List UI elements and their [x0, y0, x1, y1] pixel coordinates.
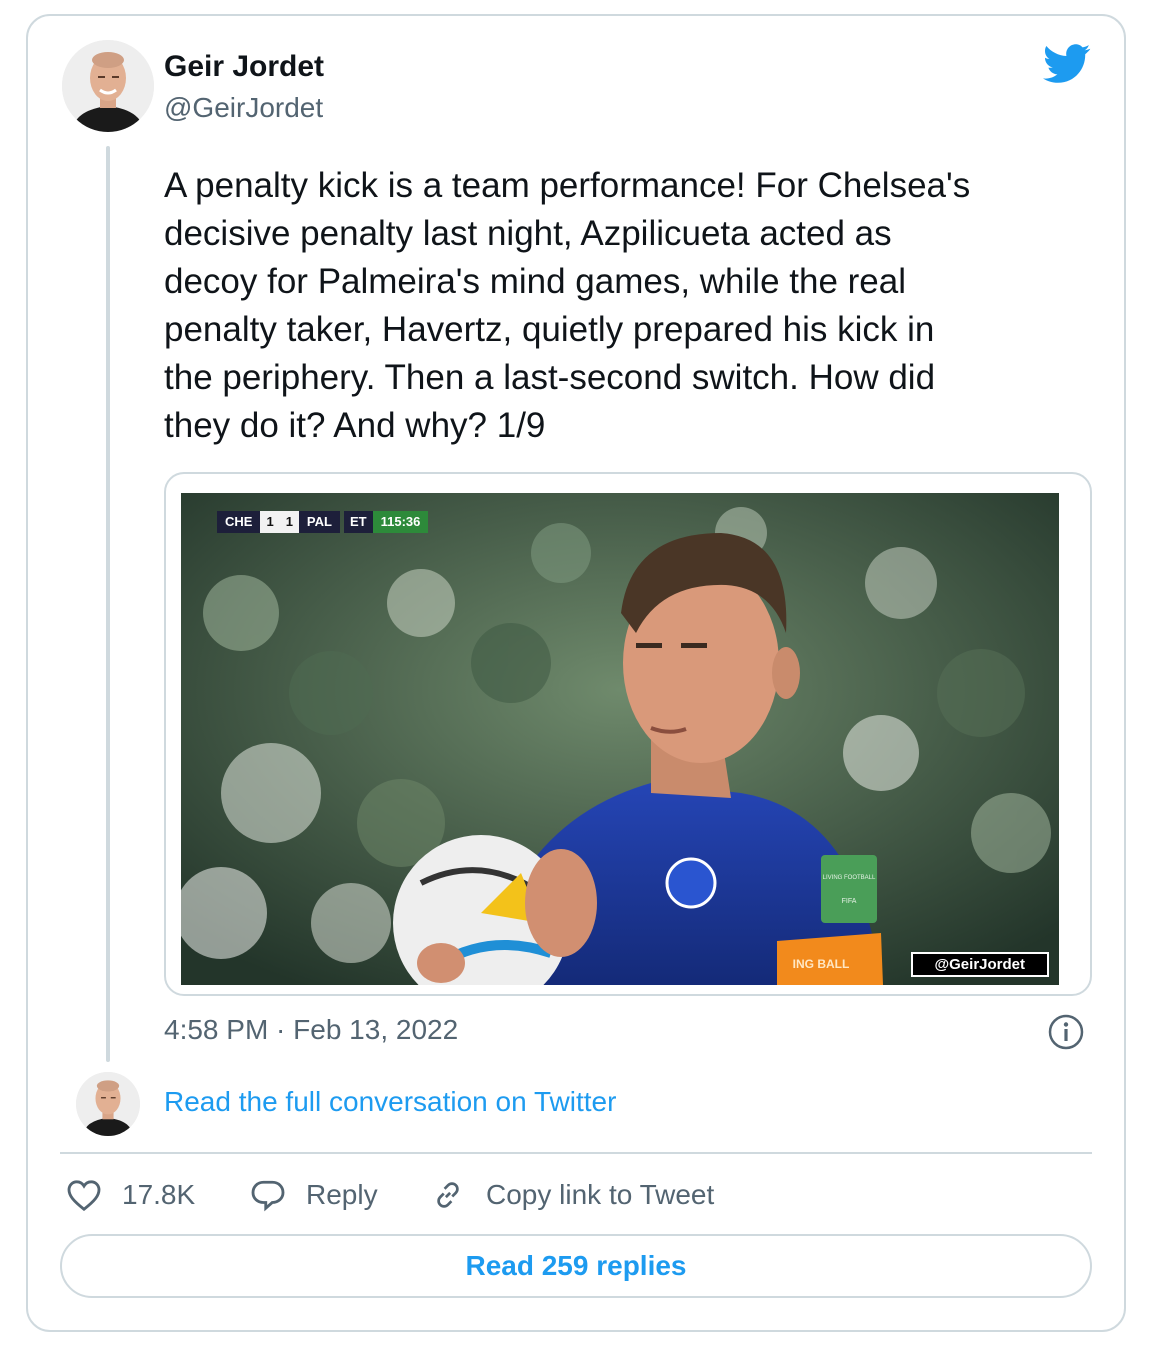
- link-icon: [437, 1182, 459, 1208]
- read-conversation-link[interactable]: Read the full conversation on Twitter: [164, 1086, 616, 1118]
- author-handle[interactable]: @GeirJordet: [164, 92, 323, 124]
- scoreboard-period: ET: [343, 511, 373, 533]
- author-avatar[interactable]: [62, 40, 154, 132]
- info-icon[interactable]: [1048, 1014, 1084, 1050]
- tweet-timestamp[interactable]: 4:58 PM · Feb 13, 2022: [164, 1014, 458, 1046]
- scoreboard-home: CHE: [217, 511, 261, 533]
- patch-text: LIVING FOOTBALL: [823, 875, 876, 881]
- twitter-bird-icon[interactable]: [1043, 44, 1091, 84]
- scoreboard: CHE 1 1 PAL ET 115:36: [217, 511, 429, 533]
- like-count: 17.8K: [122, 1179, 196, 1210]
- conversation-avatar[interactable]: [76, 1072, 140, 1136]
- tweet-text: A penalty kick is a team performance! Fo…: [164, 166, 971, 445]
- reply-action[interactable]: Reply: [250, 1174, 378, 1216]
- like-action[interactable]: 17.8K: [66, 1174, 195, 1216]
- read-replies-button[interactable]: Read 259 replies: [60, 1234, 1092, 1298]
- divider: [60, 1152, 1092, 1154]
- reply-label: Reply: [306, 1179, 378, 1210]
- patch-sub: FIFA: [842, 898, 857, 905]
- reply-icon: [251, 1180, 285, 1212]
- media-watermark: @GeirJordet: [910, 952, 1049, 977]
- scoreboard-home-score: 1: [260, 511, 280, 533]
- armband-text: ING BALL: [793, 957, 850, 971]
- heart-icon: [67, 1180, 101, 1212]
- thread-line: [106, 146, 110, 1062]
- scoreboard-away: PAL: [298, 511, 340, 533]
- scoreboard-clock: 115:36: [372, 511, 429, 533]
- author-name[interactable]: Geir Jordet: [164, 50, 324, 84]
- scoreboard-away-score: 1: [279, 511, 299, 533]
- copy-link-action[interactable]: Copy link to Tweet: [430, 1174, 714, 1216]
- copy-link-label: Copy link to Tweet: [486, 1179, 715, 1210]
- tweet-media-image[interactable]: LIVING FOOTBALL FIFA ING BALL CHE 1 1 PA…: [181, 493, 1059, 985]
